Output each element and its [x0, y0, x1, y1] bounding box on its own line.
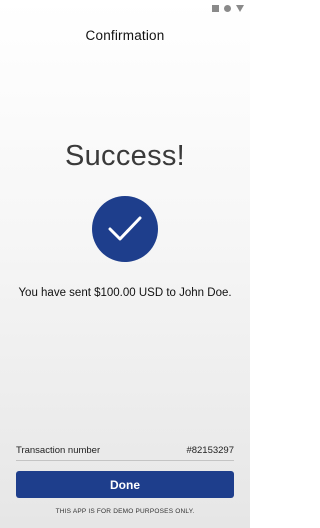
- success-check-badge: [92, 196, 158, 262]
- circle-icon: [224, 4, 231, 12]
- triangle-icon: [236, 4, 244, 12]
- confirmation-message: You have sent $100.00 USD to John Doe.: [18, 287, 232, 299]
- transaction-label: Transaction number: [16, 445, 101, 456]
- divider: [16, 460, 234, 461]
- confirmation-screen: Confirmation Success! You have sent $100…: [0, 0, 250, 528]
- done-button[interactable]: Done: [16, 471, 234, 498]
- square-icon: [212, 4, 219, 12]
- status-bar: [212, 3, 244, 13]
- demo-disclaimer: THIS APP IS FOR DEMO PURPOSES ONLY.: [55, 508, 195, 515]
- transaction-row: Transaction number #82153297: [16, 445, 234, 456]
- transaction-number: #82153297: [186, 445, 234, 456]
- checkmark-icon: [108, 216, 142, 241]
- success-heading: Success!: [64, 140, 186, 172]
- page-title: Confirmation: [85, 28, 165, 43]
